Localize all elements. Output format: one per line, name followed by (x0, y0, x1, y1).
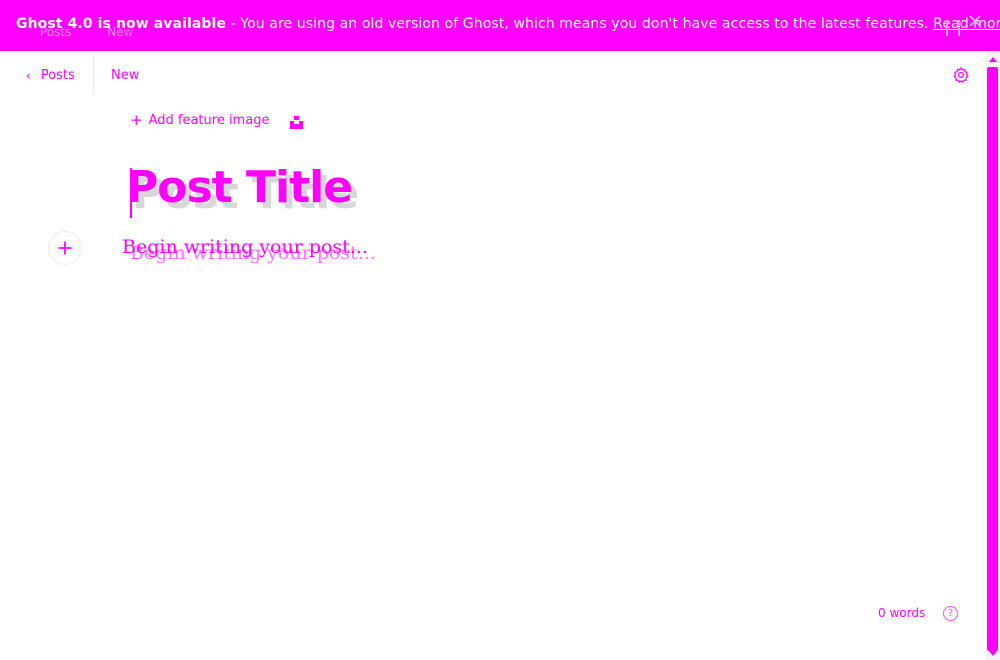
scrollbar-thumb[interactable] (987, 67, 998, 651)
back-label: Posts (40, 68, 75, 83)
post-status: New (111, 68, 140, 83)
banner-text: Ghost 4.0 is now available - You are usi… (16, 16, 1000, 32)
text-caret (130, 168, 132, 218)
read-more-link[interactable]: Read more! (933, 16, 1000, 32)
add-feature-image-label: Add feature image (148, 113, 270, 128)
help-icon[interactable]: ? (943, 606, 958, 621)
banner-bracket-icon (946, 20, 960, 36)
upgrade-banner: Posts New Ghost 4.0 is now available - Y… (0, 0, 1000, 51)
help-label: ? (947, 608, 954, 619)
editor-toolbar: ‹ Posts New (0, 51, 986, 97)
post-body-editor[interactable]: Begin writing your post... Begin writing… (122, 236, 722, 270)
post-title-field[interactable]: Post Title Post Title (122, 160, 522, 220)
banner-message: - You are using an old version of Ghost,… (226, 16, 934, 32)
chevron-left-icon: ‹ (26, 68, 31, 83)
plus-icon: + (130, 111, 143, 129)
post-title: Post Title (126, 162, 353, 213)
plus-icon (58, 241, 72, 255)
body-placeholder-shadow: Begin writing your post... (130, 242, 376, 264)
back-to-posts-button[interactable]: ‹ Posts (26, 68, 75, 83)
banner-headline: Ghost 4.0 is now available (16, 16, 227, 32)
scroll-up-arrow-icon[interactable] (989, 57, 997, 62)
vertical-scrollbar[interactable] (986, 51, 1000, 660)
scroll-down-arrow-icon[interactable] (989, 651, 997, 656)
unsplash-icon[interactable] (290, 114, 303, 129)
add-card-button[interactable] (48, 231, 82, 265)
close-icon[interactable] (968, 14, 982, 28)
gear-icon[interactable] (952, 66, 970, 84)
toolbar-divider (93, 57, 94, 93)
word-count: 0 words (878, 606, 926, 620)
add-feature-image-button[interactable]: + Add feature image (130, 111, 270, 129)
